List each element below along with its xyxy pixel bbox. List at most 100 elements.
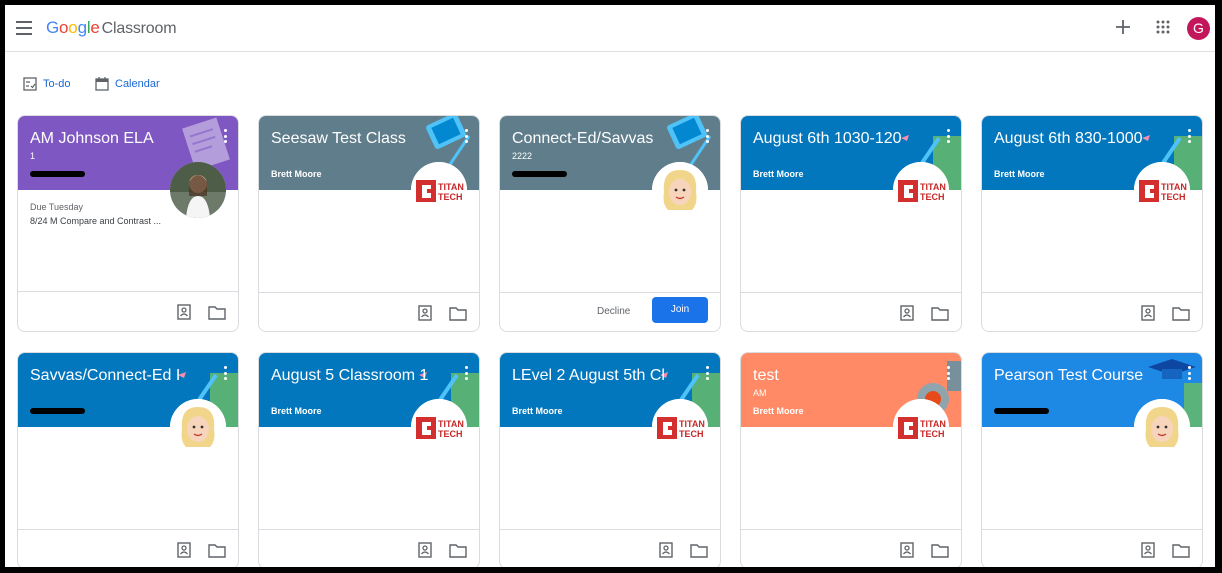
svg-text:TITAN: TITAN [920, 419, 946, 429]
your-work-icon[interactable] [176, 542, 192, 558]
class-section: AM [753, 388, 767, 398]
school-logo: TITAN TECH [411, 162, 467, 218]
card-footer: Decline Join [500, 292, 720, 331]
folder-icon[interactable] [931, 306, 949, 321]
class-title[interactable]: test [753, 367, 923, 385]
your-work-icon[interactable] [1140, 542, 1156, 558]
your-work-icon[interactable] [176, 304, 192, 320]
folder-icon[interactable] [208, 305, 226, 320]
plus-icon[interactable] [1115, 17, 1131, 37]
svg-text:TITAN: TITAN [438, 419, 464, 429]
folder-icon[interactable] [208, 543, 226, 558]
more-options-icon[interactable] [461, 128, 471, 144]
card-footer [18, 291, 238, 331]
sub-nav: To-do Calendar [5, 53, 1215, 113]
class-card[interactable]: Seesaw Test Class Brett Moore TITAN TECH [258, 115, 480, 332]
class-owner: Brett Moore [271, 169, 322, 179]
your-work-icon[interactable] [417, 542, 433, 558]
class-title[interactable]: August 6th 1030-120 [753, 130, 923, 148]
your-work-icon[interactable] [899, 542, 915, 558]
class-card[interactable]: AM Johnson ELA 1 Due Tuesday 8/24 M Comp… [17, 115, 239, 332]
google-classroom-logo[interactable]: Google Classroom [46, 18, 177, 38]
class-card[interactable]: Savvas/Connect-Ed I [17, 352, 239, 567]
titan-tech-logo-icon: TITANTECH [893, 162, 949, 218]
svg-text:TECH: TECH [438, 192, 463, 202]
card-footer [741, 292, 961, 331]
titan-tech-logo-icon: TITANTECH [411, 399, 467, 455]
more-options-icon[interactable] [1184, 365, 1194, 381]
join-button[interactable]: Join [652, 297, 708, 323]
card-footer [259, 292, 479, 331]
account-avatar[interactable]: G [1187, 17, 1210, 40]
folder-icon[interactable] [690, 543, 708, 558]
class-card[interactable]: August 5 Classroom 1 Brett Moore TITAN TE… [258, 352, 480, 567]
more-options-icon[interactable] [943, 365, 953, 381]
svg-text:TITAN: TITAN [679, 419, 705, 429]
folder-icon[interactable] [1172, 543, 1190, 558]
school-logo: TITAN TECH [893, 162, 949, 218]
decline-button[interactable]: Decline [597, 306, 630, 317]
class-section: 1 [30, 151, 36, 161]
card-footer [500, 529, 720, 567]
class-title[interactable]: August 6th 830-1000 [994, 130, 1164, 148]
class-card[interactable]: test AM Brett Moore TITAN TECH [740, 352, 962, 567]
your-work-icon[interactable] [1140, 305, 1156, 321]
bitmoji-avatar-icon [1134, 399, 1190, 455]
more-options-icon[interactable] [1184, 128, 1194, 144]
school-logo: TITAN TECH [411, 399, 467, 455]
svg-text:TITAN: TITAN [1161, 182, 1187, 192]
class-card[interactable]: August 6th 1030-120 Brett Moore TITAN TEC… [740, 115, 962, 332]
your-work-icon[interactable] [417, 305, 433, 321]
redacted-owner [512, 171, 567, 177]
folder-icon[interactable] [1172, 306, 1190, 321]
class-owner: Brett Moore [271, 406, 322, 416]
class-title[interactable]: August 5 Classroom 1 [271, 367, 441, 385]
todo-link[interactable]: To-do [23, 75, 71, 93]
svg-text:TITAN: TITAN [438, 182, 464, 192]
calendar-link[interactable]: Calendar [95, 75, 160, 93]
todo-label: To-do [43, 78, 71, 90]
hamburger-menu-icon[interactable] [15, 19, 33, 37]
card-footer [259, 529, 479, 567]
classroom-window: Google Classroom G To-do Calendar AM John… [5, 5, 1215, 567]
your-work-icon[interactable] [658, 542, 674, 558]
class-card[interactable]: Pearson Test Course [981, 352, 1203, 567]
redacted-owner [994, 408, 1049, 414]
class-title[interactable]: AM Johnson ELA [30, 130, 200, 148]
more-options-icon[interactable] [220, 365, 230, 381]
class-title[interactable]: Savvas/Connect-Ed I [30, 367, 200, 385]
class-title[interactable]: Seesaw Test Class [271, 130, 441, 148]
bitmoji-avatar-icon [170, 399, 226, 455]
class-title[interactable]: LEvel 2 August 5th Cl [512, 367, 682, 385]
svg-text:TITAN: TITAN [920, 182, 946, 192]
redacted-owner [30, 171, 85, 177]
folder-icon[interactable] [449, 306, 467, 321]
more-options-icon[interactable] [220, 128, 230, 144]
folder-icon[interactable] [449, 543, 467, 558]
your-work-icon[interactable] [899, 305, 915, 321]
bitmoji-avatar-icon [652, 162, 708, 218]
due-assignment[interactable]: 8/24 M Compare and Contrast ... [30, 216, 161, 226]
apps-grid-icon[interactable] [1155, 19, 1171, 35]
class-title[interactable]: Pearson Test Course [994, 367, 1164, 385]
todo-icon [23, 77, 37, 91]
class-title[interactable]: Connect-Ed/Savvas [512, 130, 682, 148]
class-card[interactable]: August 6th 830-1000 Brett Moore TITAN TEC… [981, 115, 1203, 332]
titan-tech-logo-icon: TITANTECH [1134, 162, 1190, 218]
google-wordmark: Google [46, 18, 100, 37]
school-logo: TITAN TECH [652, 399, 708, 455]
more-options-icon[interactable] [702, 365, 712, 381]
titan-tech-logo-icon: TITANTECH [411, 162, 467, 218]
school-logo: TITAN TECH [893, 399, 949, 455]
teacher-photo [170, 162, 226, 218]
more-options-icon[interactable] [943, 128, 953, 144]
class-card[interactable]: LEvel 2 August 5th Cl Brett Moore TITAN T… [499, 352, 721, 567]
school-logo: TITAN TECH [1134, 162, 1190, 218]
more-options-icon[interactable] [702, 128, 712, 144]
folder-icon[interactable] [931, 543, 949, 558]
svg-text:TECH: TECH [920, 429, 945, 439]
more-options-icon[interactable] [461, 365, 471, 381]
top-bar: Google Classroom G [5, 5, 1215, 52]
class-card[interactable]: Connect-Ed/Savvas 2222 Decline Join [499, 115, 721, 332]
card-footer [982, 292, 1202, 331]
